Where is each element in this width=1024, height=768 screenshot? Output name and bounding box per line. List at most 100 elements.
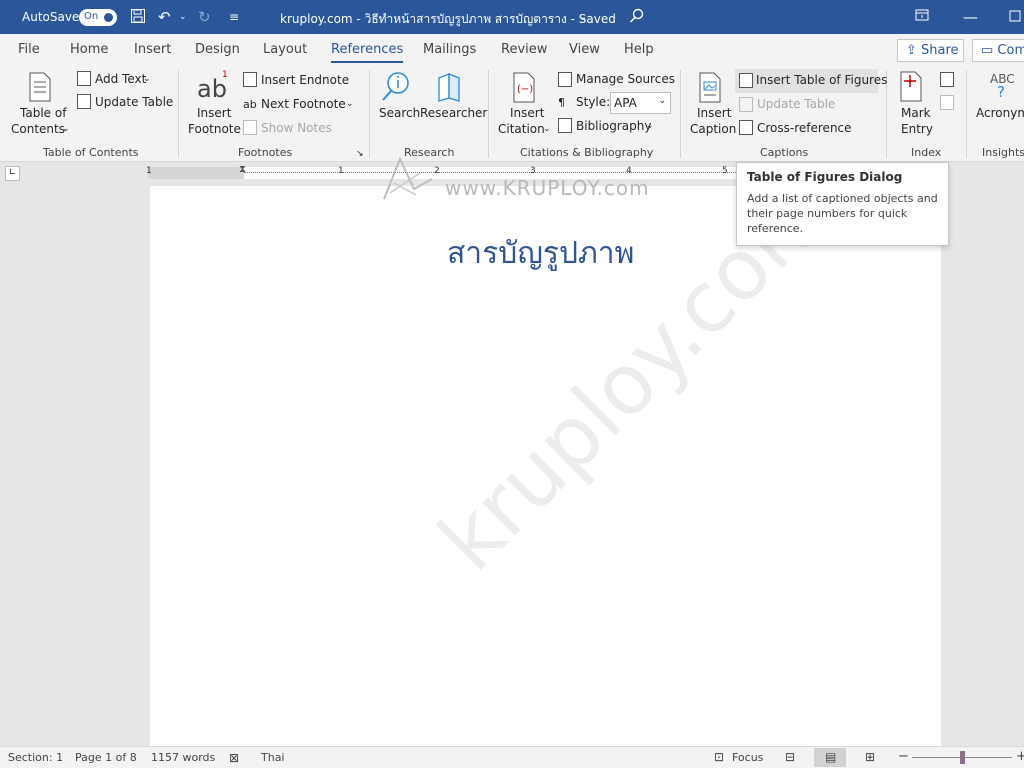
undo-dropdown-icon[interactable]: ⌄ — [179, 8, 187, 26]
tab-file[interactable]: File — [18, 42, 40, 57]
group-separator — [178, 70, 179, 158]
kruploy-logo-icon — [380, 153, 436, 206]
show-notes-icon — [243, 120, 257, 135]
insert-citation-label-1[interactable]: Insert — [510, 106, 544, 121]
group-label-citations: Citations & Bibliography — [520, 146, 654, 159]
search-icon[interactable] — [629, 8, 645, 28]
group-label-index: Index — [911, 146, 942, 159]
language-indicator[interactable]: Thai — [261, 751, 285, 764]
group-separator — [488, 70, 489, 158]
citation-style-value: APA — [614, 96, 637, 110]
researcher-icon[interactable] — [436, 72, 462, 105]
insert-citation-label-2[interactable]: Citation — [498, 122, 545, 137]
indent-marker-icon[interactable]: ⧗ — [239, 164, 246, 175]
ribbon-display-icon[interactable] — [915, 8, 929, 26]
table-of-figures-icon — [739, 73, 753, 88]
manage-sources-button[interactable]: Manage Sources — [576, 72, 675, 87]
footnote-superscript-icon: 1 — [222, 70, 228, 80]
autosave-label: AutoSave — [22, 10, 80, 24]
table-of-contents-icon[interactable] — [28, 72, 52, 105]
toc-label-1[interactable]: Table of — [20, 106, 66, 121]
bibliography-button[interactable]: Bibliography — [576, 119, 651, 134]
cross-reference-button[interactable]: Cross-reference — [757, 121, 852, 136]
share-icon: ⇪ — [906, 43, 922, 58]
maximize-icon[interactable] — [1009, 8, 1021, 26]
autosave-state: On — [84, 11, 99, 22]
tab-selector[interactable]: ∟ — [5, 166, 20, 181]
comments-button[interactable]: ▭ Com — [972, 39, 1024, 62]
insert-caption-label-2[interactable]: Caption — [690, 122, 736, 137]
insert-citation-icon[interactable]: (−) — [512, 72, 540, 107]
mark-entry-label-2[interactable]: Entry — [901, 122, 933, 137]
acronyms-button[interactable]: Acronym — [976, 106, 1024, 121]
read-mode-button[interactable]: ⊟ — [776, 748, 808, 767]
page-indicator[interactable]: Page 1 of 8 — [75, 751, 137, 764]
tab-help[interactable]: Help — [624, 42, 654, 57]
zoom-slider-thumb[interactable] — [960, 751, 965, 764]
insert-caption-icon[interactable] — [698, 72, 722, 107]
next-footnote-button[interactable]: Next Footnote — [261, 97, 346, 112]
group-label-footnotes: Footnotes — [238, 146, 293, 159]
tab-mailings[interactable]: Mailings — [423, 42, 476, 57]
word-count[interactable]: 1157 words — [151, 751, 215, 764]
mark-entry-icon[interactable] — [899, 71, 927, 106]
group-separator — [966, 70, 967, 158]
footnotes-launcher-icon[interactable]: ↘ — [356, 147, 364, 162]
mark-entry-label-1[interactable]: Mark — [901, 106, 931, 121]
add-text-button[interactable]: Add Text — [95, 72, 146, 87]
group-label-captions: Captions — [760, 146, 809, 159]
tab-design[interactable]: Design — [195, 42, 240, 57]
comments-label: Com — [997, 43, 1024, 58]
customize-qat-icon[interactable]: ≡ — [229, 8, 239, 26]
insert-footnote-label-2[interactable]: Footnote — [188, 122, 241, 137]
web-layout-icon: ⊞ — [865, 750, 876, 764]
insert-endnote-button[interactable]: Insert Endnote — [261, 73, 349, 88]
update-table-button[interactable]: Update Table — [95, 95, 173, 110]
tab-view[interactable]: View — [569, 42, 600, 57]
minimize-icon[interactable]: — — [963, 8, 978, 26]
researcher-button[interactable]: Researcher — [420, 106, 487, 121]
style-label: Style: — [576, 95, 611, 109]
print-layout-button[interactable]: ▤ — [814, 748, 846, 767]
title-dropdown-icon[interactable]: ⌄ — [578, 8, 587, 26]
section-indicator[interactable]: Section: 1 — [8, 751, 63, 764]
tab-insert[interactable]: Insert — [134, 42, 171, 57]
zoom-out-icon[interactable]: − — [898, 749, 909, 764]
toggle-knob — [104, 13, 113, 22]
tooltip: Table of Figures Dialog Add a list of ca… — [736, 162, 949, 246]
add-text-dropdown-icon[interactable]: ⌄ — [143, 72, 151, 87]
document-title[interactable]: kruploy.com - วิธีทำหน้าสารบัญรูปภาพ สาร… — [280, 10, 616, 29]
next-footnote-dropdown-icon[interactable]: ⌄ — [346, 97, 354, 112]
tab-layout[interactable]: Layout — [263, 42, 307, 57]
insert-footnote-label-1[interactable]: Insert — [197, 106, 231, 121]
ruler-margin — [148, 167, 244, 179]
focus-button[interactable]: Focus — [732, 751, 763, 764]
proofing-icon[interactable]: ⊠ — [229, 751, 239, 765]
undo-icon[interactable]: ↶ — [158, 8, 171, 26]
citation-dropdown-icon[interactable]: ⌄ — [543, 122, 551, 137]
style-icon: ¶ — [558, 96, 565, 109]
focus-icon: ⊡ — [714, 750, 725, 764]
update-index-icon — [940, 95, 954, 110]
autosave-toggle[interactable]: On — [79, 9, 117, 26]
tooltip-body: Add a list of captioned objects and thei… — [747, 192, 938, 235]
web-layout-button[interactable]: ⊞ — [856, 748, 888, 767]
insert-caption-label-1[interactable]: Insert — [697, 106, 731, 121]
cross-reference-icon — [739, 120, 753, 135]
insert-index-icon[interactable] — [940, 72, 954, 87]
search-button[interactable]: Search — [379, 106, 420, 121]
bibliography-dropdown-icon[interactable]: ⌄ — [646, 119, 654, 134]
redo-icon[interactable]: ↻ — [198, 8, 211, 26]
toc-label-2[interactable]: Contents — [11, 122, 65, 137]
insert-table-of-figures-button[interactable]: Insert Table of Figures — [735, 69, 887, 93]
tab-references[interactable]: References — [331, 42, 404, 63]
tab-home[interactable]: Home — [70, 42, 108, 57]
save-icon[interactable] — [130, 8, 146, 28]
share-button[interactable]: ⇪ Share — [897, 39, 964, 62]
document-heading[interactable]: สารบัญรูปภาพ — [447, 230, 634, 277]
smart-search-icon[interactable] — [381, 71, 411, 106]
citation-style-select[interactable]: APA ⌄ — [610, 92, 671, 114]
toc-dropdown-icon[interactable]: ⌄ — [62, 122, 70, 137]
tab-review[interactable]: Review — [501, 42, 547, 57]
zoom-in-icon[interactable]: + — [1016, 749, 1024, 764]
